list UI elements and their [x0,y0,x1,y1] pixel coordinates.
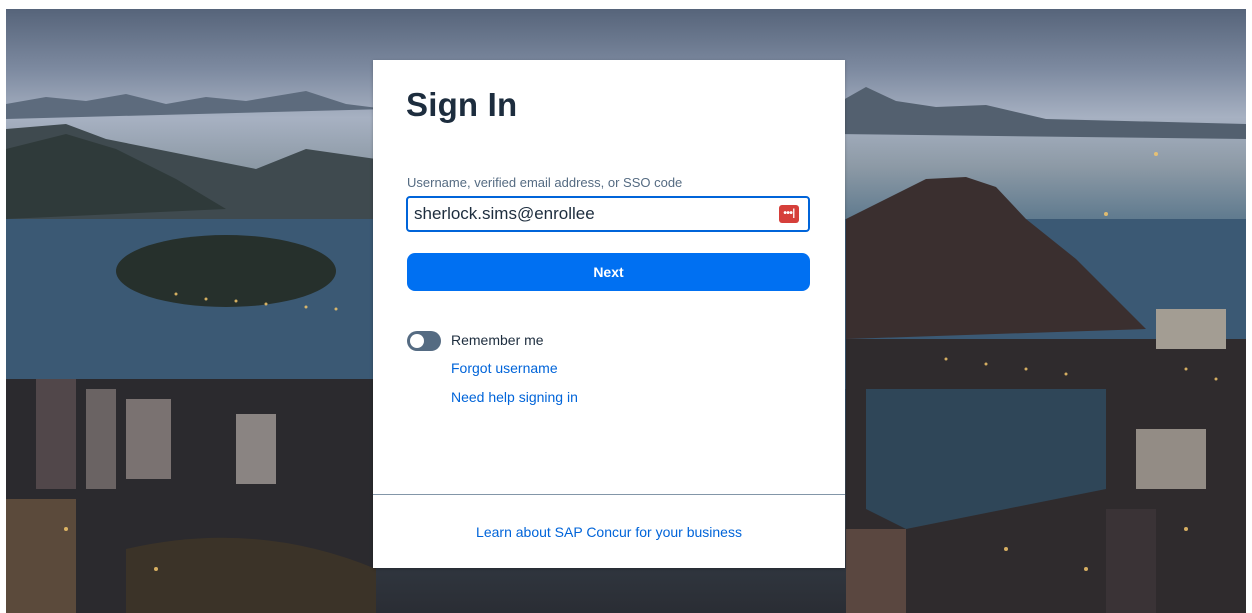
forgot-username-link[interactable]: Forgot username [451,360,558,376]
need-help-signing-in-link[interactable]: Need help signing in [451,389,578,405]
password-manager-icon[interactable]: •••| [779,205,799,223]
page-title: Sign In [406,86,518,123]
toggle-knob [410,334,424,348]
remember-me-toggle[interactable] [407,331,441,351]
remember-me-label: Remember me [451,332,544,348]
learn-about-sap-concur-link[interactable]: Learn about SAP Concur for your business [373,524,845,540]
card-divider [373,494,845,495]
username-field-container[interactable]: •••| [406,196,810,232]
login-page: Sign In Username, verified email address… [0,0,1252,613]
next-button[interactable]: Next [407,253,810,291]
username-input[interactable] [414,198,774,230]
sign-in-card: Sign In Username, verified email address… [373,60,845,568]
username-field-label: Username, verified email address, or SSO… [407,175,683,190]
